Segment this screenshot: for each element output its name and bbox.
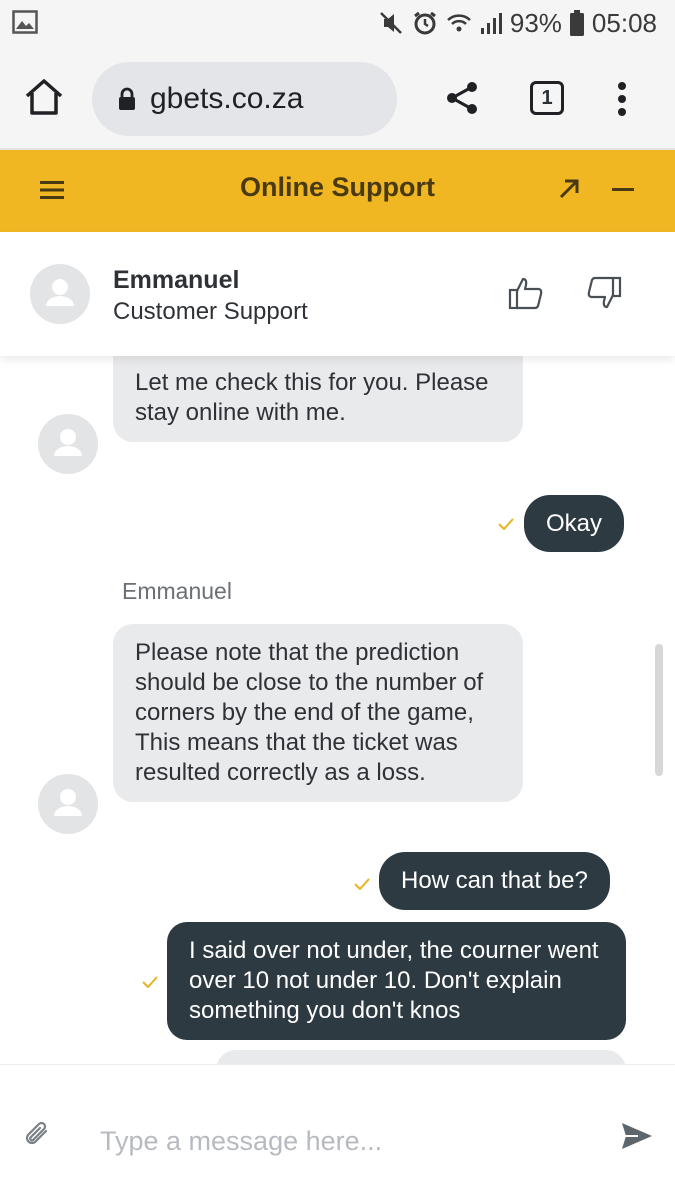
partial-message-bubble bbox=[216, 1050, 626, 1064]
alarm-icon bbox=[413, 11, 436, 35]
user-message-bubble: Okay bbox=[524, 495, 625, 552]
wifi-icon bbox=[447, 14, 471, 32]
expand-icon[interactable] bbox=[558, 178, 580, 200]
agent-avatar bbox=[30, 264, 90, 324]
agent-avatar bbox=[38, 414, 98, 474]
lock-icon bbox=[119, 87, 135, 110]
agent-avatar bbox=[38, 774, 98, 834]
more-vert-icon[interactable] bbox=[614, 80, 630, 118]
message-text: Okay bbox=[546, 510, 603, 537]
battery-icon bbox=[569, 10, 584, 36]
message-text: Please note that the prediction should b… bbox=[135, 639, 484, 786]
status-bar: 93% 05:08 bbox=[0, 0, 675, 46]
paperclip-icon[interactable] bbox=[22, 1119, 52, 1149]
address-bar[interactable]: gbets.co.za bbox=[92, 62, 397, 136]
message-text: I said over not under, the courner went … bbox=[189, 937, 599, 1024]
message-sender-name: Emmanuel bbox=[122, 578, 232, 604]
person-icon bbox=[54, 429, 82, 456]
minimize-icon[interactable] bbox=[612, 188, 634, 191]
chat-transcript[interactable]: Let me check this for you. Please stay o… bbox=[0, 356, 675, 1064]
message-composer bbox=[0, 1064, 675, 1200]
url-text: gbets.co.za bbox=[150, 82, 304, 115]
tab-count: 1 bbox=[541, 86, 553, 109]
agent-message-bubble: Let me check this for you. Please stay o… bbox=[113, 356, 523, 442]
send-icon[interactable] bbox=[620, 1121, 654, 1151]
thumbs-up-icon[interactable] bbox=[508, 276, 544, 310]
signal-icon bbox=[480, 13, 502, 34]
support-header: Online Support bbox=[0, 150, 675, 232]
share-icon[interactable] bbox=[445, 81, 479, 115]
user-message-bubble: I said over not under, the courner went … bbox=[167, 922, 626, 1040]
chat-scrollbar[interactable] bbox=[655, 644, 663, 776]
agent-message-bubble: Please note that the prediction should b… bbox=[113, 624, 523, 802]
battery-percent: 93% bbox=[509, 7, 562, 38]
message-text: How can that be? bbox=[401, 867, 588, 894]
message-text: Let me check this for you. Please stay o… bbox=[135, 369, 489, 426]
agent-role: Customer Support bbox=[113, 298, 308, 325]
sent-check-icon bbox=[142, 976, 158, 988]
mute-icon bbox=[379, 12, 402, 34]
thumbs-down-icon[interactable] bbox=[586, 276, 622, 310]
sent-check-icon bbox=[498, 518, 514, 530]
home-icon[interactable] bbox=[24, 78, 64, 116]
tabs-button[interactable]: 1 bbox=[530, 81, 564, 115]
image-notification-icon bbox=[12, 10, 38, 34]
user-message-bubble: How can that be? bbox=[379, 852, 610, 910]
clock-time: 05:08 bbox=[591, 7, 657, 38]
agent-info-bar: Emmanuel Customer Support bbox=[0, 232, 675, 356]
agent-name: Emmanuel bbox=[113, 266, 240, 294]
person-icon bbox=[54, 789, 82, 816]
person-icon bbox=[46, 279, 74, 306]
browser-toolbar: gbets.co.za 1 bbox=[0, 46, 675, 150]
sent-check-icon bbox=[354, 878, 370, 890]
message-input[interactable] bbox=[100, 1121, 580, 1161]
